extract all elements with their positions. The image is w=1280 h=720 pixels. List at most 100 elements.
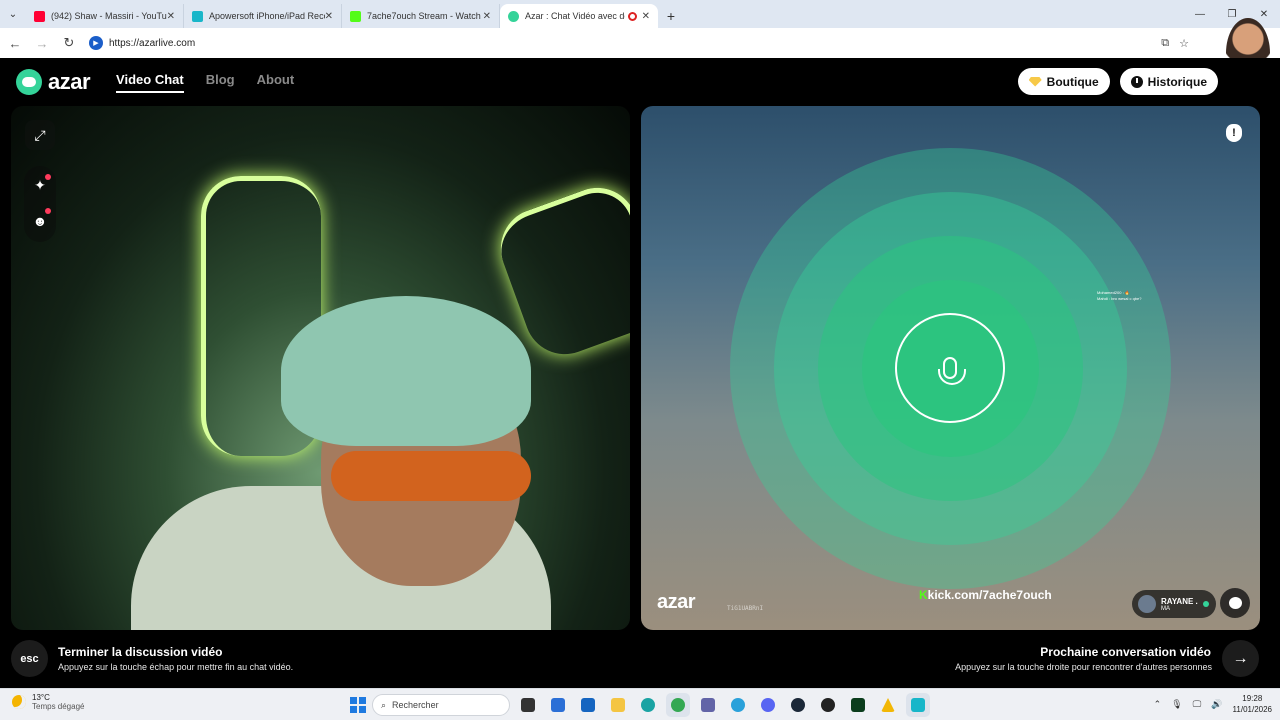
- microphone-icon: [938, 357, 966, 385]
- kick-overlay: Kkick.com/7ache7ouch: [919, 588, 1052, 602]
- tab-title: Apowersoft iPhone/iPad Recor: [209, 11, 325, 21]
- azar-logo[interactable]: azar: [16, 69, 91, 95]
- browser-tab-apowersoft[interactable]: Apowersoft iPhone/iPad Recor ✕: [184, 4, 342, 28]
- boutique-label: Boutique: [1046, 74, 1099, 89]
- shortcut-hints-bar: esc Terminer la discussion vidéo Appuyez…: [0, 630, 1280, 688]
- kick-url: kick.com/7ache7ouch: [927, 588, 1052, 602]
- chrome-browser-icon[interactable]: [666, 693, 690, 717]
- file-explorer-icon[interactable]: [606, 693, 630, 717]
- edge-browser-icon[interactable]: [636, 693, 660, 717]
- screen-recorder-icon[interactable]: [906, 693, 930, 717]
- azar-favicon-icon: [508, 10, 519, 22]
- taskbar-clock[interactable]: 19:28 11/01/2026: [1233, 693, 1272, 715]
- windows-taskbar: 13°C Temps dégagé ⌕ Rechercher ⌃ 🎙 🖵 🔊 1…: [0, 688, 1280, 720]
- report-shield-icon[interactable]: !: [1226, 124, 1242, 142]
- clock-icon: [1130, 75, 1143, 88]
- system-tray: ⌃ 🎙 🖵 🔊 19:28 11/01/2026: [1154, 693, 1272, 715]
- back-button[interactable]: ←: [3, 31, 27, 55]
- end-chat-title: Terminer la discussion vidéo: [58, 645, 223, 659]
- outlook-app-icon[interactable]: [576, 693, 600, 717]
- local-video-panel: ⤢ ✦ ☻: [11, 106, 630, 630]
- kick-logo-icon: K: [919, 588, 928, 602]
- nav-about[interactable]: About: [257, 72, 295, 93]
- historique-label: Historique: [1147, 74, 1207, 89]
- boutique-button[interactable]: Boutique: [1017, 68, 1110, 95]
- weather-widget[interactable]: 13°C Temps dégagé: [12, 693, 84, 711]
- tab-title: 7ache7ouch Stream - Watch Li: [367, 11, 483, 21]
- warning-app-icon[interactable]: [876, 693, 900, 717]
- site-info-icon[interactable]: ▶: [89, 36, 103, 50]
- temperature: 13°C: [32, 693, 50, 702]
- tab-search-chevron-icon[interactable]: ⌄: [0, 0, 26, 28]
- logo-text: azar: [48, 69, 91, 94]
- peer-info-badge[interactable]: RAYANE . MA: [1132, 590, 1216, 618]
- browser-tab-azar[interactable]: Azar : Chat Vidéo avec de n ✕: [500, 4, 658, 28]
- stream-chat-overlay: Mohamed200 : 🔥 Mahdi : bro wesal c qbe?: [1097, 290, 1141, 302]
- main-nav: Video Chat Blog About: [116, 72, 294, 93]
- online-status-icon: [1202, 601, 1209, 607]
- browser-tab-strip: ⌄ (942) Shaw - Massiri - YouTube ✕ Apowe…: [0, 0, 1280, 28]
- discord-app-icon[interactable]: [756, 693, 780, 717]
- apowersoft-favicon-icon: [192, 10, 203, 22]
- close-tab-icon[interactable]: ✕: [167, 11, 175, 22]
- azar-watermark: azar: [657, 591, 696, 613]
- next-chat-button[interactable]: →: [1222, 640, 1259, 677]
- new-tab-button[interactable]: +: [658, 4, 684, 28]
- azar-header: azar Video Chat Blog About Boutique Hist…: [0, 58, 1280, 106]
- bucket-hat: [281, 296, 531, 446]
- nav-blog[interactable]: Blog: [206, 72, 235, 93]
- reload-button[interactable]: ↻: [57, 31, 81, 55]
- store-app-icon[interactable]: [546, 693, 570, 717]
- peer-avatar: [1138, 595, 1156, 613]
- end-chat-subtitle: Appuyez sur la touche échap pour mettre …: [58, 662, 294, 672]
- telegram-app-icon[interactable]: [726, 693, 750, 717]
- window-controls: — ❐ ✕: [1184, 0, 1280, 28]
- network-icon[interactable]: 🖵: [1193, 699, 1202, 710]
- teams-app-icon[interactable]: [696, 693, 720, 717]
- watermark-code: TiG1UABRnI: [727, 605, 764, 612]
- peer-country: MA: [1161, 605, 1170, 612]
- kick-favicon-icon: [350, 10, 361, 22]
- forward-button[interactable]: →: [30, 31, 54, 55]
- bookmark-star-icon[interactable]: ☆: [1179, 37, 1189, 50]
- fullscreen-toggle-icon[interactable]: ⤢: [25, 120, 55, 150]
- browser-tab-kick[interactable]: 7ache7ouch Stream - Watch Li ✕: [342, 4, 500, 28]
- address-bar: ← → ↻ ▶ https://azarlive.com ⧉ ☆: [0, 28, 1280, 58]
- microphone-tray-icon[interactable]: 🎙: [1171, 699, 1182, 710]
- taskbar-apps: ⌕ Rechercher: [350, 693, 930, 717]
- close-tab-icon[interactable]: ✕: [483, 11, 491, 22]
- close-tab-icon[interactable]: ✕: [642, 11, 650, 22]
- task-view-icon[interactable]: [516, 693, 540, 717]
- clock-time: 19:28: [1242, 694, 1263, 703]
- streaming-app-icon[interactable]: [846, 693, 870, 717]
- peer-name: RAYANE .: [1161, 596, 1198, 606]
- close-tab-icon[interactable]: ✕: [325, 11, 333, 22]
- obs-app-icon[interactable]: [816, 693, 840, 717]
- minimize-icon[interactable]: —: [1184, 0, 1216, 28]
- url-field[interactable]: ▶ https://azarlive.com ⧉ ☆: [89, 32, 1199, 54]
- search-placeholder: Rechercher: [392, 700, 439, 710]
- browser-tab-youtube[interactable]: (942) Shaw - Massiri - YouTube ✕: [26, 4, 184, 28]
- recording-indicator-icon: [627, 11, 637, 21]
- effects-badge: [45, 174, 51, 180]
- historique-button[interactable]: Historique: [1119, 68, 1218, 95]
- volume-icon[interactable]: 🔊: [1211, 699, 1222, 710]
- youtube-favicon-icon: [34, 10, 45, 22]
- steam-app-icon[interactable]: [786, 693, 810, 717]
- taskbar-search[interactable]: ⌕ Rechercher: [372, 694, 510, 716]
- windows-start-icon[interactable]: [350, 697, 366, 713]
- weather-description: Temps dégagé: [32, 702, 85, 711]
- remote-video-panel: ! Mohamed200 : 🔥 Mahdi : bro wesal c qbe…: [641, 106, 1260, 630]
- azar-logo-icon: [16, 69, 42, 95]
- tab-title: (942) Shaw - Massiri - YouTube: [51, 11, 167, 21]
- next-chat-subtitle: Appuyez sur la touche droite pour rencon…: [955, 662, 1212, 672]
- nav-video-chat[interactable]: Video Chat: [116, 72, 184, 93]
- chat-button[interactable]: [1220, 588, 1250, 618]
- microphone-button[interactable]: [895, 313, 1005, 423]
- cast-icon[interactable]: ⧉: [1161, 37, 1169, 50]
- tray-overflow-icon[interactable]: ⌃: [1154, 699, 1162, 710]
- filter-badge: [45, 208, 51, 214]
- end-chat-button[interactable]: esc: [11, 640, 48, 677]
- next-chat-title: Prochaine conversation vidéo: [1040, 645, 1211, 659]
- sunglasses: [331, 451, 531, 501]
